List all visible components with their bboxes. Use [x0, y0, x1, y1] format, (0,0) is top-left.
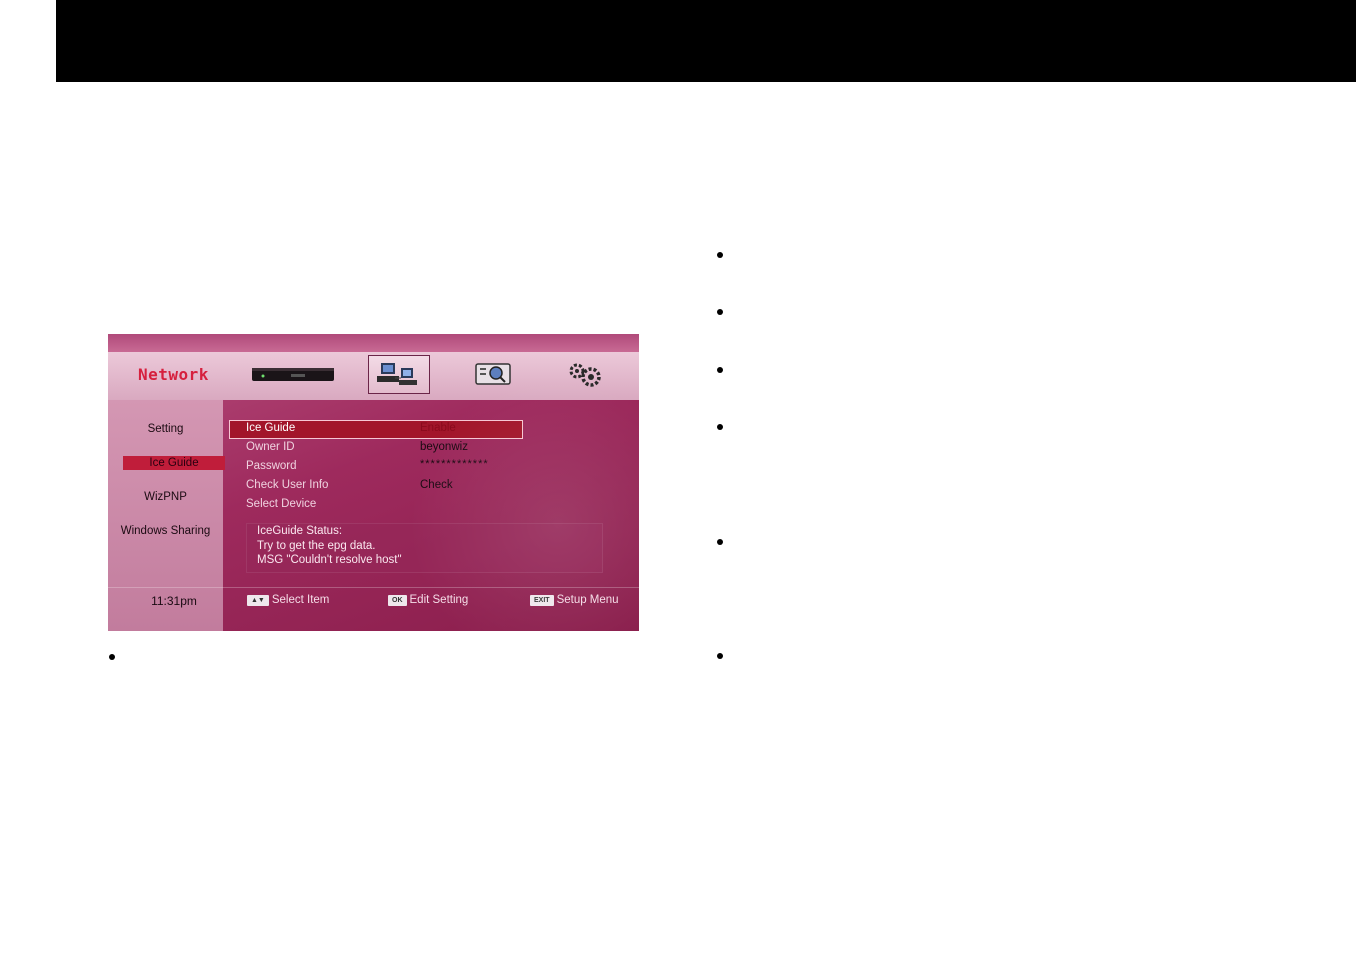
setting-select-device-label[interactable]: Select Device — [246, 498, 316, 510]
setting-password-value[interactable]: ************* — [420, 458, 489, 470]
search-icon[interactable] — [474, 360, 514, 388]
ok-key-icon: OK — [388, 594, 407, 606]
setting-owner-id-label[interactable]: Owner ID — [246, 441, 295, 453]
bullet-marker — [717, 653, 723, 659]
status-line-2: Try to get the epg data. — [257, 540, 376, 552]
sidebar-item-setting[interactable]: Setting — [108, 423, 223, 435]
bullet-marker — [717, 252, 723, 258]
footer-ok-label: Edit Setting — [409, 594, 469, 606]
setting-password-label[interactable]: Password — [246, 460, 297, 472]
footer-edit-setting: OK Edit Setting — [388, 594, 468, 606]
header-bar — [56, 0, 1356, 82]
footer-exit-label: Setup Menu — [556, 594, 619, 606]
clock: 11:31pm — [151, 594, 197, 608]
menu-title: Network — [138, 365, 209, 384]
network-icon[interactable] — [368, 355, 430, 394]
status-line-3: MSG "Couldn't resolve host" — [257, 554, 402, 566]
footer-select-item: ▲▼ Select Item — [247, 594, 329, 606]
setting-owner-id-value[interactable]: beyonwiz — [420, 441, 468, 453]
bullet-marker — [717, 424, 723, 430]
footer-setup-menu: EXIT Setup Menu — [530, 594, 619, 606]
exit-key-icon: EXIT — [530, 594, 554, 606]
up-down-key-icon: ▲▼ — [247, 594, 269, 606]
receiver-icon[interactable] — [251, 366, 335, 384]
iceguide-status-box: IceGuide Status: Try to get the epg data… — [246, 523, 603, 573]
bullet-marker — [717, 539, 723, 545]
bullet-marker — [717, 309, 723, 315]
bullet-marker — [109, 654, 115, 660]
setting-ice-guide-value[interactable]: Enable — [420, 422, 456, 434]
footer-divider — [108, 587, 639, 588]
sidebar-item-ice-guide[interactable]: Ice Guide — [123, 456, 225, 470]
status-line-1: IceGuide Status: — [257, 525, 343, 537]
setting-check-user-info-label[interactable]: Check User Info — [246, 479, 328, 491]
bullet-marker — [717, 367, 723, 373]
setting-ice-guide-label[interactable]: Ice Guide — [246, 422, 295, 434]
tv-top-strip — [108, 334, 639, 352]
setting-check-user-info-value[interactable]: Check — [420, 479, 453, 491]
sidebar-item-windows-sharing[interactable]: Windows Sharing — [108, 525, 223, 537]
footer-select-label: Select Item — [271, 594, 330, 606]
gears-icon[interactable] — [564, 360, 606, 390]
sidebar-item-wizpnp[interactable]: WizPNP — [108, 491, 223, 503]
tv-menu-screenshot: Network Setting Ice Guide WizPNP Windows… — [108, 334, 639, 631]
